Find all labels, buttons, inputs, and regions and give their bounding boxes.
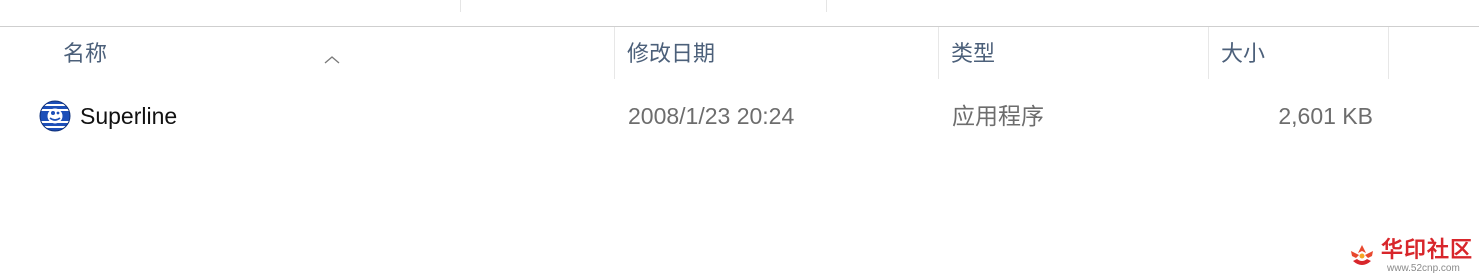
- application-icon: [39, 100, 71, 132]
- explorer-top-strip: [0, 0, 1479, 27]
- file-size: 2,601 KB: [1278, 103, 1373, 129]
- column-header-size[interactable]: 大小: [1221, 27, 1265, 79]
- file-name[interactable]: Superline: [80, 92, 177, 140]
- file-row[interactable]: Superline 2008/1/23 20:24 应用程序 2,601 KB: [0, 92, 1479, 140]
- file-date-modified: 2008/1/23 20:24: [628, 103, 795, 129]
- file-type: 应用程序: [952, 103, 1044, 129]
- watermark-title: 华印社区: [1381, 237, 1474, 262]
- column-divider[interactable]: [1208, 27, 1209, 79]
- column-divider[interactable]: [614, 27, 615, 79]
- column-divider[interactable]: [1388, 27, 1389, 79]
- column-header-name[interactable]: 名称: [63, 27, 107, 79]
- watermark-url: www.52cnp.com: [1387, 263, 1460, 274]
- column-header-row: 名称 修改日期 类型 大小: [0, 27, 1479, 79]
- flower-logo-icon: [1351, 245, 1373, 265]
- top-strip-divider: [826, 0, 827, 12]
- column-divider[interactable]: [938, 27, 939, 79]
- top-strip-divider: [460, 0, 461, 12]
- column-header-date-modified[interactable]: 修改日期: [627, 27, 715, 79]
- chevron-up-icon: [324, 56, 340, 64]
- watermark: 华印社区 www.52cnp.com: [1345, 237, 1477, 277]
- column-header-type[interactable]: 类型: [951, 27, 995, 79]
